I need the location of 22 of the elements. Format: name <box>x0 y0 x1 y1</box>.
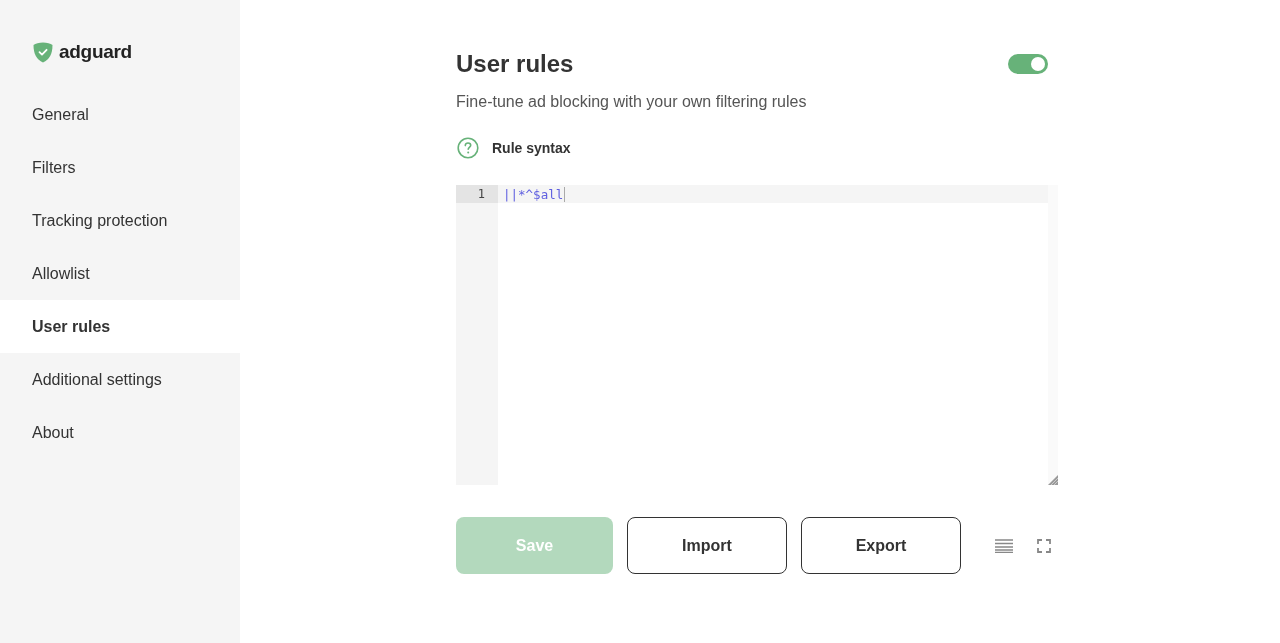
sidebar-item[interactable]: Allowlist <box>0 247 240 300</box>
sidebar-item[interactable]: User rules <box>0 300 240 353</box>
sidebar-item[interactable]: About <box>0 406 240 459</box>
lines-icon[interactable] <box>995 538 1013 553</box>
rules-editor[interactable]: 1 ||*^$all <box>456 185 1058 485</box>
resize-handle-icon[interactable] <box>1048 475 1058 485</box>
code-text: ||*^$all <box>503 187 566 202</box>
action-button[interactable]: Export <box>801 517 961 574</box>
fullscreen-icon[interactable] <box>1037 538 1051 553</box>
line-number: 1 <box>456 185 498 203</box>
sidebar-item[interactable]: Filters <box>0 141 240 194</box>
logo-wordmark: adguard <box>59 41 132 63</box>
help-icon[interactable] <box>457 137 479 159</box>
rule-syntax-link[interactable]: Rule syntax <box>492 140 571 156</box>
toggle-switch[interactable] <box>1008 54 1048 74</box>
sidebar-item[interactable]: Tracking protection <box>0 194 240 247</box>
sidebar-item[interactable]: Additional settings <box>0 353 240 406</box>
shield-check-icon <box>33 41 53 63</box>
page-subtitle: Fine-tune ad blocking with your own filtering rules <box>456 92 808 112</box>
action-button[interactable]: Import <box>627 517 787 574</box>
sidebar-item[interactable]: General <box>0 88 240 141</box>
page-title: User rules <box>456 49 574 79</box>
